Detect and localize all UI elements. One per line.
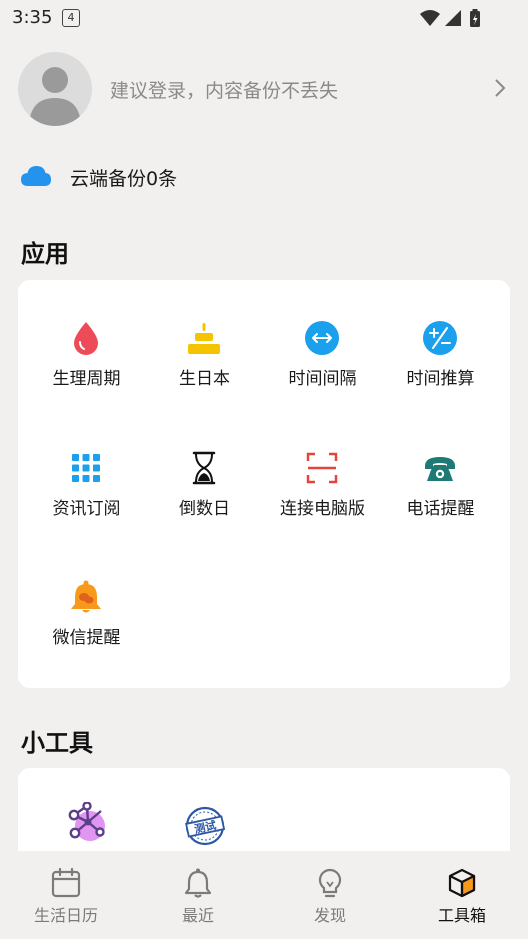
tab-label: 最近 — [181, 906, 214, 925]
scan-frame-icon — [304, 450, 340, 486]
app-label: 资讯订阅 — [52, 499, 121, 519]
default-user-icon — [29, 67, 81, 126]
blood-drop-icon — [68, 320, 104, 356]
app-label: 生日本 — [179, 369, 230, 389]
tab-toolbox[interactable]: 工具箱 — [396, 851, 528, 939]
app-countdown-days[interactable]: 倒数日 — [143, 450, 266, 550]
app-phone-reminder[interactable]: 电话提醒 — [379, 450, 502, 550]
bottom-tab-bar: 生活日历 最近 发现 工具箱 — [0, 851, 528, 939]
tab-life-calendar[interactable]: 生活日历 — [0, 851, 132, 939]
box-icon — [446, 867, 478, 899]
avatar[interactable] — [18, 52, 92, 126]
plus-minus-icon — [422, 320, 458, 356]
tab-recent[interactable]: 最近 — [132, 851, 264, 939]
grid-dots-icon — [68, 450, 104, 486]
tab-label: 生活日历 — [33, 906, 98, 925]
tab-label: 工具箱 — [437, 906, 486, 925]
app-label: 时间间隔 — [288, 369, 357, 389]
molecule-icon — [65, 801, 109, 846]
login-prompt-row[interactable]: 建议登录，内容备份不丢失 — [0, 50, 528, 128]
status-bar: 3:35 4 — [0, 0, 528, 36]
app-label: 倒数日 — [179, 499, 230, 519]
bell-icon — [68, 579, 104, 615]
bell-icon — [182, 867, 214, 899]
birthday-cake-icon — [186, 320, 222, 356]
battery-icon — [470, 9, 480, 27]
telephone-icon — [422, 450, 458, 486]
test-stamp-icon: 测试 — [183, 804, 227, 848]
lightbulb-icon — [314, 867, 346, 899]
tools-section-title: 小工具 — [21, 729, 93, 757]
apps-section-title: 应用 — [21, 240, 69, 268]
signal-icon — [445, 10, 461, 26]
app-time-calculation[interactable]: 时间推算 — [379, 320, 502, 420]
app-label: 生理周期 — [52, 369, 121, 389]
app-label: 时间推算 — [406, 369, 475, 389]
calendar-icon — [50, 867, 82, 899]
notification-count-badge: 4 — [62, 9, 80, 27]
app-news-subscription[interactable]: 资讯订阅 — [25, 450, 148, 550]
status-icons — [418, 8, 488, 32]
app-label: 电话提醒 — [406, 499, 475, 519]
app-birthday-book[interactable]: 生日本 — [143, 320, 266, 420]
app-period-tracker[interactable]: 生理周期 — [25, 320, 148, 420]
status-time: 3:35 — [12, 7, 53, 28]
wifi-icon — [420, 10, 440, 26]
tab-label: 发现 — [313, 906, 346, 925]
chevron-right-icon — [494, 78, 506, 102]
app-wechat-reminder[interactable]: 微信提醒 — [25, 579, 148, 679]
app-time-interval[interactable]: 时间间隔 — [261, 320, 384, 420]
apps-card: 生理周期 生日本 时间间隔 时间推算 资讯订阅 倒数日 连接电脑版 电话提醒 微… — [18, 280, 510, 688]
cloud-icon — [20, 164, 52, 192]
app-label: 微信提醒 — [52, 628, 121, 648]
login-prompt-text: 建议登录，内容备份不丢失 — [110, 80, 339, 102]
app-connect-pc[interactable]: 连接电脑版 — [261, 450, 384, 550]
tab-discover[interactable]: 发现 — [264, 851, 396, 939]
double-arrow-icon — [304, 320, 340, 356]
cloud-backup-row[interactable]: 云端备份0条 — [20, 160, 420, 194]
hourglass-icon — [186, 450, 222, 486]
cloud-backup-text: 云端备份0条 — [70, 168, 178, 190]
app-label: 连接电脑版 — [280, 499, 365, 519]
